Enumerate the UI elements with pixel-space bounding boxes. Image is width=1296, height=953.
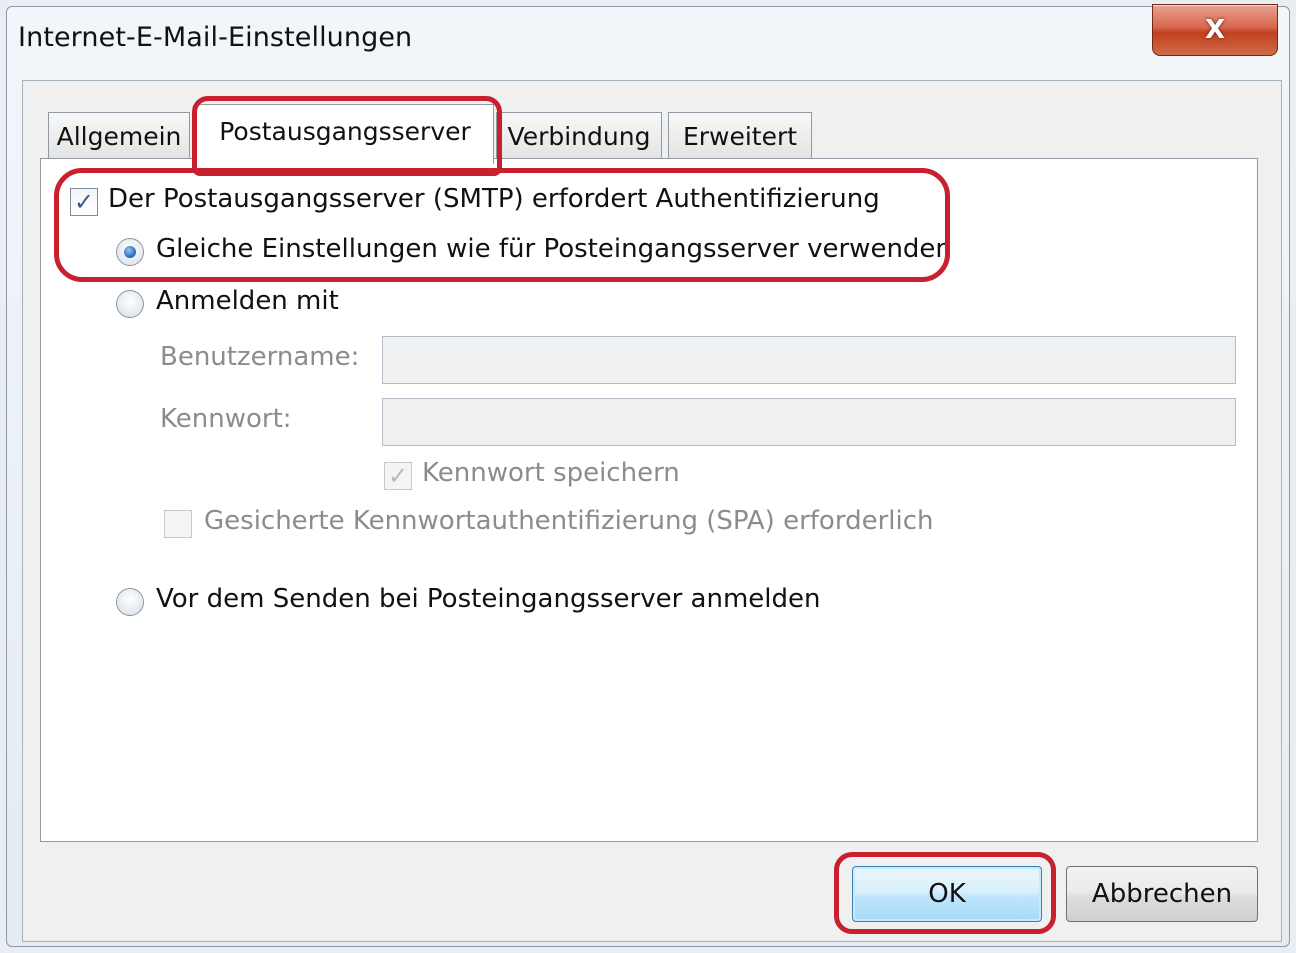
pop-before-smtp-radio[interactable] — [116, 588, 144, 616]
same-settings-label: Gleiche Einstellungen wie für Posteingan… — [156, 234, 952, 264]
same-settings-radio[interactable] — [116, 238, 144, 266]
tab-postausgangsserver[interactable]: Postausgangsserver — [196, 104, 494, 164]
checkmark-icon: ✓ — [73, 188, 95, 216]
password-field[interactable] — [382, 398, 1236, 446]
close-button[interactable]: X — [1152, 4, 1278, 56]
smtp-auth-checkbox[interactable]: ✓ — [70, 188, 98, 216]
tab-erweitert[interactable]: Erweitert — [668, 112, 812, 160]
smtp-auth-label: Der Postausgangsserver (SMTP) erfordert … — [108, 184, 880, 214]
dialog-title: Internet-E-Mail-Einstellungen — [18, 22, 413, 53]
tab-label: Erweitert — [682, 122, 798, 151]
spa-checkbox[interactable] — [164, 510, 192, 538]
checkmark-icon: ✓ — [387, 462, 409, 490]
login-with-radio[interactable] — [116, 290, 144, 318]
ok-button[interactable]: OK — [852, 866, 1042, 922]
tab-verbindung[interactable]: Verbindung — [496, 112, 662, 160]
password-label: Kennwort: — [160, 404, 292, 434]
username-label: Benutzername: — [160, 342, 360, 372]
tab-label: Allgemein — [56, 122, 182, 151]
tab-allgemein[interactable]: Allgemein — [48, 112, 190, 160]
tab-label: Verbindung — [507, 122, 651, 151]
ok-button-label: OK — [928, 879, 966, 909]
save-password-label: Kennwort speichern — [422, 458, 680, 488]
cancel-button-label: Abbrechen — [1091, 879, 1233, 909]
close-icon: X — [1204, 15, 1226, 45]
login-with-label: Anmelden mit — [156, 286, 339, 316]
spa-label: Gesicherte Kennwortauthentifizierung (SP… — [204, 506, 934, 536]
radio-selected-icon — [124, 246, 136, 258]
pop-before-smtp-label: Vor dem Senden bei Posteingangsserver an… — [156, 584, 821, 614]
tab-label: Postausgangsserver — [219, 117, 471, 146]
username-field[interactable] — [382, 336, 1236, 384]
cancel-button[interactable]: Abbrechen — [1066, 866, 1258, 922]
save-password-checkbox[interactable]: ✓ — [384, 462, 412, 490]
